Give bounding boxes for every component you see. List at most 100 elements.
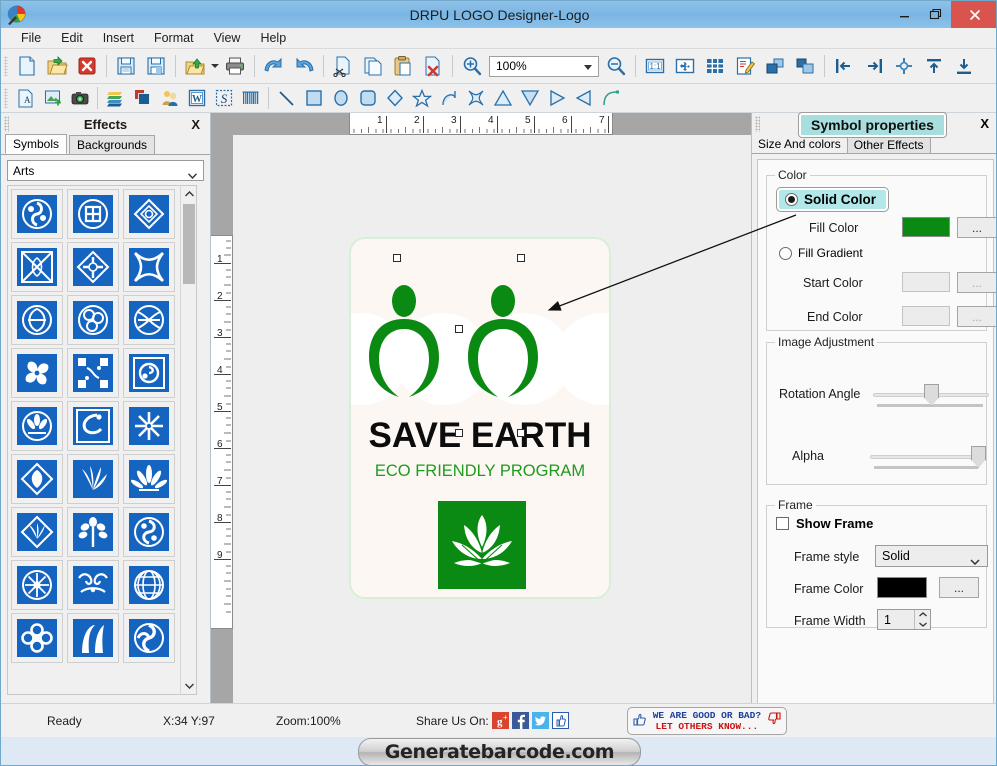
people-clipart-icon[interactable] <box>156 86 183 111</box>
new-page-icon[interactable] <box>12 51 42 81</box>
symbol-scroll-ornament[interactable] <box>67 560 119 610</box>
alpha-slider-track[interactable] <box>870 455 986 459</box>
toolbar-grip[interactable] <box>4 88 8 108</box>
symbol-lotus-bloom[interactable] <box>11 401 63 451</box>
symbol-double-spiral-circle[interactable] <box>123 507 175 557</box>
bring-front-icon[interactable] <box>760 51 790 81</box>
align-top-icon[interactable] <box>919 51 949 81</box>
align-bottom-icon[interactable] <box>949 51 979 81</box>
fill-gradient-radio[interactable] <box>779 246 792 260</box>
triangle-up-icon[interactable] <box>489 86 516 111</box>
symbol-three-comma-circle[interactable] <box>67 295 119 345</box>
line-icon[interactable] <box>273 86 300 111</box>
symbol-diamond-cross[interactable] <box>67 242 119 292</box>
symbol-interlaced-x[interactable] <box>123 242 175 292</box>
solid-color-radio[interactable] <box>785 193 798 206</box>
logo-artboard[interactable]: SAVE EARTH ECO FRIENDLY PROGRAM <box>349 237 611 599</box>
rounded-rect-icon[interactable] <box>354 86 381 111</box>
tab-backgrounds[interactable]: Backgrounds <box>69 135 156 154</box>
symbol-gallery[interactable] <box>7 185 197 695</box>
stepper-up-icon[interactable] <box>915 610 930 620</box>
start-color-swatch[interactable] <box>902 272 950 292</box>
copy-pages-icon[interactable] <box>358 51 388 81</box>
close-effects-panel-icon[interactable]: X <box>191 117 200 132</box>
selection-handle-bottom-left[interactable] <box>455 429 463 437</box>
menu-insert[interactable]: Insert <box>93 29 144 47</box>
minimize-button[interactable] <box>889 1 920 28</box>
undo-arrow-icon[interactable] <box>259 51 289 81</box>
selection-handle-top-left[interactable] <box>393 254 401 262</box>
tab-size-and-colors[interactable]: Size And colors <box>752 135 847 153</box>
solid-color-option[interactable]: Solid Color <box>777 188 888 211</box>
barcode-icon[interactable] <box>237 86 264 111</box>
menu-help[interactable]: Help <box>250 29 296 47</box>
fill-color-swatch[interactable] <box>902 217 950 237</box>
triangle-right-icon[interactable] <box>543 86 570 111</box>
panel-drag-grip[interactable] <box>755 116 760 132</box>
signature-s-icon[interactable]: S <box>210 86 237 111</box>
logo-subtitle-text[interactable]: ECO FRIENDLY PROGRAM <box>351 462 609 481</box>
symbol-yin-swirl-circle[interactable] <box>123 613 175 663</box>
design-canvas[interactable]: SAVE EARTH ECO FRIENDLY PROGRAM <box>233 135 751 703</box>
frame-color-swatch[interactable] <box>877 577 927 598</box>
delete-page-icon[interactable] <box>418 51 448 81</box>
printer-icon[interactable] <box>220 51 250 81</box>
four-point-star-icon[interactable] <box>462 86 489 111</box>
symbol-globe-grid-circle[interactable] <box>123 560 175 610</box>
magnifier-minus-icon[interactable] <box>601 51 631 81</box>
start-color-browse-button[interactable]: ... <box>957 272 996 293</box>
export-folder-icon[interactable] <box>180 51 210 81</box>
rate-us-banner[interactable]: WE ARE GOOD OR BAD? LET OTHERS KNOW... <box>626 706 788 735</box>
show-frame-checkbox[interactable] <box>776 517 789 530</box>
grid-icon[interactable] <box>700 51 730 81</box>
frame-width-stepper[interactable] <box>914 610 930 629</box>
rectangle-icon[interactable] <box>300 86 327 111</box>
symbol-quatrefoil-clover[interactable] <box>11 613 63 663</box>
text-page-icon[interactable]: A <box>12 86 39 111</box>
curve-icon[interactable] <box>597 86 624 111</box>
align-left-icon[interactable] <box>829 51 859 81</box>
save-as-floppy-icon[interactable] <box>141 51 171 81</box>
show-frame-row[interactable]: Show Frame <box>776 516 873 531</box>
close-red-x-icon[interactable] <box>72 51 102 81</box>
redo-arrow-icon[interactable] <box>289 51 319 81</box>
triangle-left-icon[interactable] <box>570 86 597 111</box>
star-icon[interactable] <box>408 86 435 111</box>
menu-edit[interactable]: Edit <box>51 29 93 47</box>
export-dropdown-arrow-icon[interactable] <box>210 63 220 69</box>
frame-width-spinner[interactable]: 1 <box>877 609 931 630</box>
menu-format[interactable]: Format <box>144 29 204 47</box>
restore-button[interactable] <box>920 1 951 28</box>
frame-style-select[interactable]: Solid <box>875 545 988 567</box>
magnifier-plus-icon[interactable] <box>457 51 487 81</box>
symbol-square-cross-weave[interactable] <box>11 242 63 292</box>
rotation-angle-slider-thumb[interactable] <box>924 384 939 406</box>
thumbs-up-icon[interactable] <box>551 712 569 729</box>
save-floppy-icon[interactable] <box>111 51 141 81</box>
symbol-celtic-knot-circle[interactable] <box>67 189 119 239</box>
symbol-framed-crescent-leaf[interactable] <box>67 401 119 451</box>
send-back-icon[interactable] <box>790 51 820 81</box>
close-properties-panel-icon[interactable]: X <box>980 116 989 131</box>
tab-other-effects[interactable]: Other Effects <box>846 135 931 153</box>
symbol-gallery-scrollbar[interactable] <box>180 186 196 694</box>
symbol-diamond-spiral[interactable] <box>123 189 175 239</box>
google-plus-icon[interactable]: g + <box>491 712 509 729</box>
layers-icon[interactable] <box>102 86 129 111</box>
symbol-triple-swirl-circle[interactable] <box>11 189 63 239</box>
stepper-down-icon[interactable] <box>915 620 930 630</box>
notepad-pencil-icon[interactable] <box>730 51 760 81</box>
symbol-woven-circle[interactable] <box>123 295 175 345</box>
triangle-down-icon[interactable] <box>516 86 543 111</box>
frame-color-browse-button[interactable]: ... <box>939 577 979 598</box>
scrollbar-thumb[interactable] <box>183 204 195 284</box>
diamond-icon[interactable] <box>381 86 408 111</box>
arc-icon[interactable] <box>435 86 462 111</box>
open-folder-icon[interactable] <box>42 51 72 81</box>
twitter-icon[interactable] <box>531 712 549 729</box>
symbol-category-select[interactable]: Arts <box>7 160 204 181</box>
symbol-framed-trio-swirl[interactable] <box>123 348 175 398</box>
fill-color-browse-button[interactable]: ... <box>957 217 996 238</box>
zoom-level-combobox[interactable]: 100% <box>489 55 599 77</box>
shape-stack-icon[interactable] <box>129 86 156 111</box>
